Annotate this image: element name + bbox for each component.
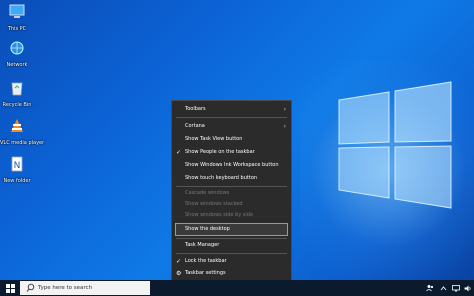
- menu-item-show-ink-workspace[interactable]: Show Windows Ink Workspace button: [172, 160, 291, 171]
- menu-item-label: Taskbar settings: [185, 270, 226, 276]
- chevron-right-icon: ›: [283, 106, 286, 113]
- desktop-icon-recycle-bin[interactable]: Recycle Bin: [0, 80, 34, 108]
- menu-item-cortana[interactable]: Cortana ›: [172, 121, 291, 132]
- menu-item-show-task-view[interactable]: Show Task View button: [172, 134, 291, 145]
- menu-item-toolbars[interactable]: Toolbars ›: [172, 104, 291, 115]
- menu-separator: [176, 186, 287, 187]
- search-placeholder: Type here to search: [38, 285, 93, 291]
- menu-item-label: Show Task View button: [185, 136, 243, 142]
- chevron-right-icon: ›: [283, 123, 286, 130]
- checkmark-icon: ✓: [176, 149, 182, 156]
- search-icon: [26, 283, 35, 292]
- checkmark-icon: ✓: [176, 258, 182, 265]
- menu-item-label: Cortana: [185, 123, 205, 129]
- gear-icon: ⚙: [176, 270, 182, 277]
- network-icon: [10, 41, 24, 55]
- menu-item-label: Show People on the taskbar: [185, 149, 255, 155]
- windows-logo-wallpaper: [338, 81, 452, 209]
- menu-item-label: Show touch keyboard button: [185, 175, 258, 181]
- search-box[interactable]: Type here to search: [20, 281, 150, 295]
- menu-item-taskbar-settings[interactable]: ⚙ Taskbar settings: [172, 268, 291, 279]
- desktop-icon-label: Recycle Bin: [2, 102, 32, 108]
- document-icon: N: [11, 156, 23, 172]
- vlc-icon: [11, 119, 23, 132]
- people-icon[interactable]: [426, 280, 434, 296]
- menu-item-show-windows-side-by-side: Show windows side by side: [172, 210, 291, 221]
- windows-start-icon[interactable]: [6, 284, 15, 293]
- menu-item-label: Show windows side by side: [185, 212, 254, 218]
- desktop-icon-label: New folder: [3, 178, 31, 184]
- svg-text:N: N: [14, 161, 21, 171]
- chevron-up-icon[interactable]: [440, 280, 447, 296]
- menu-separator: [176, 238, 287, 239]
- menu-item-cascade-windows: Cascade windows: [172, 188, 291, 199]
- desktop-icon-document[interactable]: N New folder: [0, 156, 34, 184]
- this-pc-icon: [9, 4, 25, 18]
- menu-item-label: Show the desktop: [185, 226, 230, 232]
- menu-item-label: Cascade windows: [185, 190, 230, 196]
- menu-item-task-manager[interactable]: Task Manager: [172, 240, 291, 251]
- menu-item-label: Toolbars: [185, 106, 206, 112]
- menu-item-show-desktop[interactable]: Show the desktop: [172, 224, 291, 235]
- volume-icon[interactable]: [464, 280, 472, 296]
- menu-item-show-windows-stacked: Show windows stacked: [172, 199, 291, 210]
- desktop[interactable]: This PC Network Recycle Bin VLC media pl…: [0, 0, 474, 296]
- menu-item-label: Show windows stacked: [185, 201, 243, 207]
- desktop-icon-vlc[interactable]: VLC media player: [0, 118, 45, 146]
- desktop-icon-network[interactable]: Network: [0, 40, 34, 68]
- taskbar-context-menu: Toolbars › Cortana › Show Task View butt…: [171, 100, 292, 282]
- taskbar[interactable]: Type here to search: [0, 280, 474, 296]
- menu-item-label: Lock the taskbar: [185, 258, 227, 264]
- desktop-icon-this-pc[interactable]: This PC: [0, 4, 34, 32]
- network-tray-icon[interactable]: [452, 280, 460, 296]
- desktop-icon-label: VLC media player: [0, 140, 45, 146]
- menu-separator: [176, 253, 287, 254]
- menu-item-label: Show Windows Ink Workspace button: [185, 162, 279, 168]
- recycle-bin-icon: [11, 82, 23, 96]
- menu-item-show-touch-keyboard[interactable]: Show touch keyboard button: [172, 173, 291, 184]
- desktop-icon-label: Network: [6, 62, 28, 68]
- menu-item-show-people[interactable]: ✓ Show People on the taskbar: [172, 147, 291, 158]
- menu-item-lock-taskbar[interactable]: ✓ Lock the taskbar: [172, 256, 291, 267]
- menu-separator: [176, 117, 287, 118]
- menu-item-label: Task Manager: [185, 242, 220, 248]
- desktop-icon-label: This PC: [7, 26, 27, 32]
